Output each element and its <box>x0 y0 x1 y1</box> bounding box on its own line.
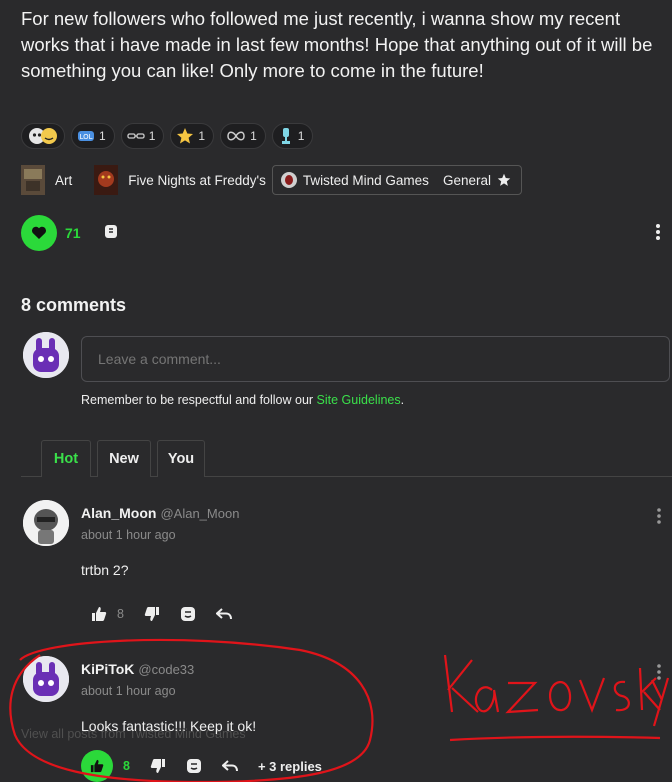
post-actions: 71 <box>21 215 661 251</box>
view-replies-button[interactable]: + 3 replies <box>258 759 322 774</box>
robot-avatar-icon <box>23 500 69 546</box>
tag-twisted-mind-games[interactable]: Twisted Mind Games <box>280 165 429 195</box>
share-button[interactable] <box>103 222 119 245</box>
comment-author[interactable]: Alan_Moon @Alan_Moon <box>81 505 239 521</box>
tag-general[interactable]: General <box>443 165 511 195</box>
comment-input[interactable] <box>81 336 670 382</box>
comment-sort-tabs: Hot New You <box>21 440 672 477</box>
award-button[interactable] <box>180 606 196 622</box>
art-thumbnail-icon <box>21 165 45 195</box>
share-icon <box>104 224 117 238</box>
upvote-button[interactable] <box>81 750 113 782</box>
tag-list: Art Five Nights at Freddy's Twisted Mind… <box>21 165 522 195</box>
tag-label: General <box>442 172 491 188</box>
tab-hot[interactable]: Hot <box>41 440 91 477</box>
svg-text:LOL: LOL <box>79 133 92 141</box>
comment-body: Looks fantastic!!! Keep it ok! <box>81 718 257 734</box>
lol-badge-icon: LOL <box>78 131 94 141</box>
site-guidelines-link[interactable]: Site Guidelines <box>317 393 401 407</box>
guideline-text: Remember to be respectful and follow our <box>81 393 317 407</box>
comment-body: trtbn 2? <box>81 562 129 578</box>
reaction-star[interactable]: 1 <box>170 123 215 149</box>
reaction-trophy[interactable]: 1 <box>271 123 314 149</box>
downvote-button[interactable] <box>144 606 160 622</box>
reaction-emoji-faces[interactable] <box>21 123 65 149</box>
like-button[interactable] <box>21 215 57 251</box>
upvote-count: 8 <box>117 607 124 621</box>
downvote-button[interactable] <box>150 758 166 774</box>
community-logo-icon <box>280 172 297 188</box>
upvote-count: 8 <box>123 759 130 773</box>
comment-menu-button[interactable] <box>656 664 662 685</box>
thumbs-down-icon <box>144 607 159 621</box>
tag-art[interactable]: Art <box>21 165 94 195</box>
more-vertical-icon <box>656 224 660 240</box>
more-vertical-icon <box>657 508 661 524</box>
sunglasses-icon <box>127 133 145 139</box>
comment-actions: 8 <box>91 602 252 626</box>
reaction-lol[interactable]: LOL 1 <box>71 123 115 149</box>
tag-group-community: Twisted Mind Games General <box>271 165 522 195</box>
current-user-avatar[interactable] <box>23 332 69 378</box>
award-icon <box>180 607 195 621</box>
comment-author-name: KiPiToK <box>81 661 135 677</box>
comment-author-handle: @Alan_Moon <box>160 506 240 521</box>
reactions-bar: LOL 1 1 1 1 1 <box>21 123 314 149</box>
star-icon <box>177 128 194 144</box>
thumbs-down-icon <box>150 759 165 773</box>
reaction-count: 1 <box>148 129 156 143</box>
reaction-count: 1 <box>99 129 106 143</box>
reaction-sunglasses[interactable]: 1 <box>120 123 165 149</box>
reply-button[interactable] <box>215 607 232 621</box>
purple-bunny-avatar-icon <box>23 656 69 702</box>
comments-title: 8 comments <box>21 295 127 315</box>
post-menu-button[interactable] <box>655 223 661 246</box>
thumbs-up-icon <box>90 759 104 773</box>
comment-avatar[interactable] <box>23 656 69 702</box>
guideline-suffix: . <box>400 393 405 407</box>
star-icon <box>497 173 511 186</box>
comment-author[interactable]: KiPiToK @code33 <box>81 661 194 677</box>
comment-avatar[interactable] <box>23 500 69 546</box>
comment-time: about 1 hour ago <box>81 684 176 698</box>
more-vertical-icon <box>657 664 661 680</box>
tag-fnaf[interactable]: Five Nights at Freddy's <box>94 165 266 195</box>
post-text: For new followers who followed me just r… <box>21 8 653 81</box>
award-icon <box>186 759 201 773</box>
comment-menu-button[interactable] <box>656 508 662 529</box>
like-count: 71 <box>65 225 81 241</box>
thumbs-up-icon <box>92 607 107 621</box>
reply-icon <box>221 760 238 772</box>
reaction-count: 1 <box>297 129 305 143</box>
tab-you[interactable]: You <box>157 440 205 477</box>
award-button[interactable] <box>186 758 202 774</box>
heart-icon <box>32 226 46 239</box>
guideline-note: Remember to be respectful and follow our… <box>81 393 404 407</box>
comment-time: about 1 hour ago <box>81 528 176 542</box>
comment-author-name: Alan_Moon <box>81 505 157 521</box>
purple-bunny-avatar-icon <box>23 332 69 378</box>
comment-actions: 8 + 3 replies <box>81 750 322 782</box>
reaction-count: 1 <box>198 129 206 143</box>
tab-new[interactable]: New <box>97 440 151 477</box>
comment-author-handle: @code33 <box>138 662 195 677</box>
reply-button[interactable] <box>221 759 238 773</box>
tag-label: Art <box>55 172 73 188</box>
fnaf-thumbnail-icon <box>94 165 119 195</box>
tag-label: Five Nights at Freddy's <box>128 172 266 188</box>
reaction-count: 1 <box>250 129 257 143</box>
upvote-button[interactable] <box>91 606 107 622</box>
reaction-infinity[interactable]: 1 <box>220 123 266 149</box>
reply-icon <box>215 608 232 620</box>
trophy-icon <box>281 128 290 144</box>
emoji-faces-icon <box>29 128 57 144</box>
tag-label: Twisted Mind Games <box>302 172 429 188</box>
infinity-icon <box>227 131 245 141</box>
